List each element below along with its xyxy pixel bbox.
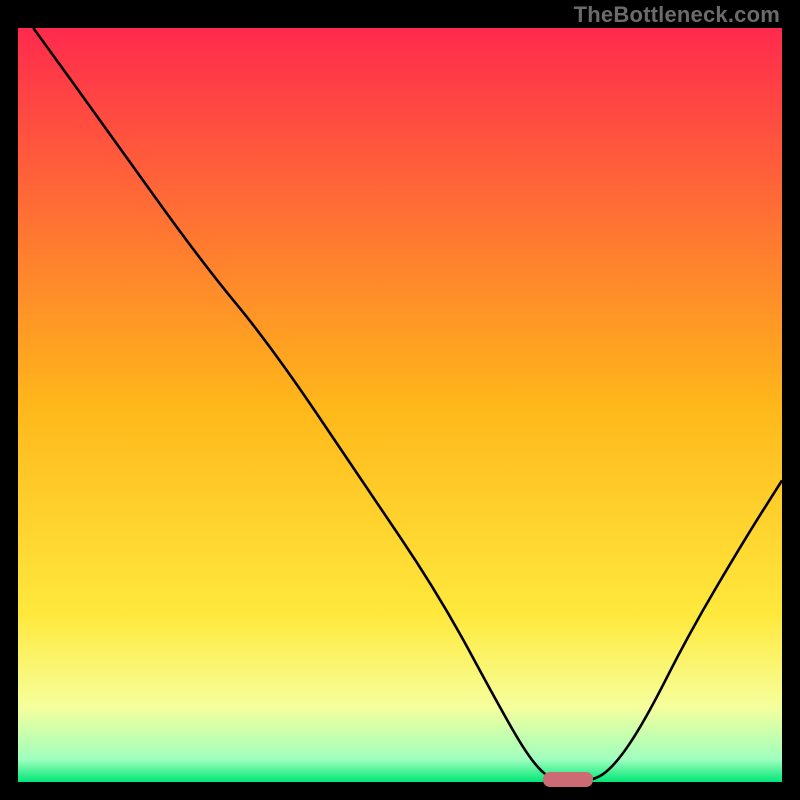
bottleneck-chart (0, 0, 800, 800)
gradient-background (18, 28, 782, 782)
watermark-label: TheBottleneck.com (574, 2, 780, 28)
optimal-point-marker (543, 772, 593, 787)
chart-frame: TheBottleneck.com (0, 0, 800, 800)
